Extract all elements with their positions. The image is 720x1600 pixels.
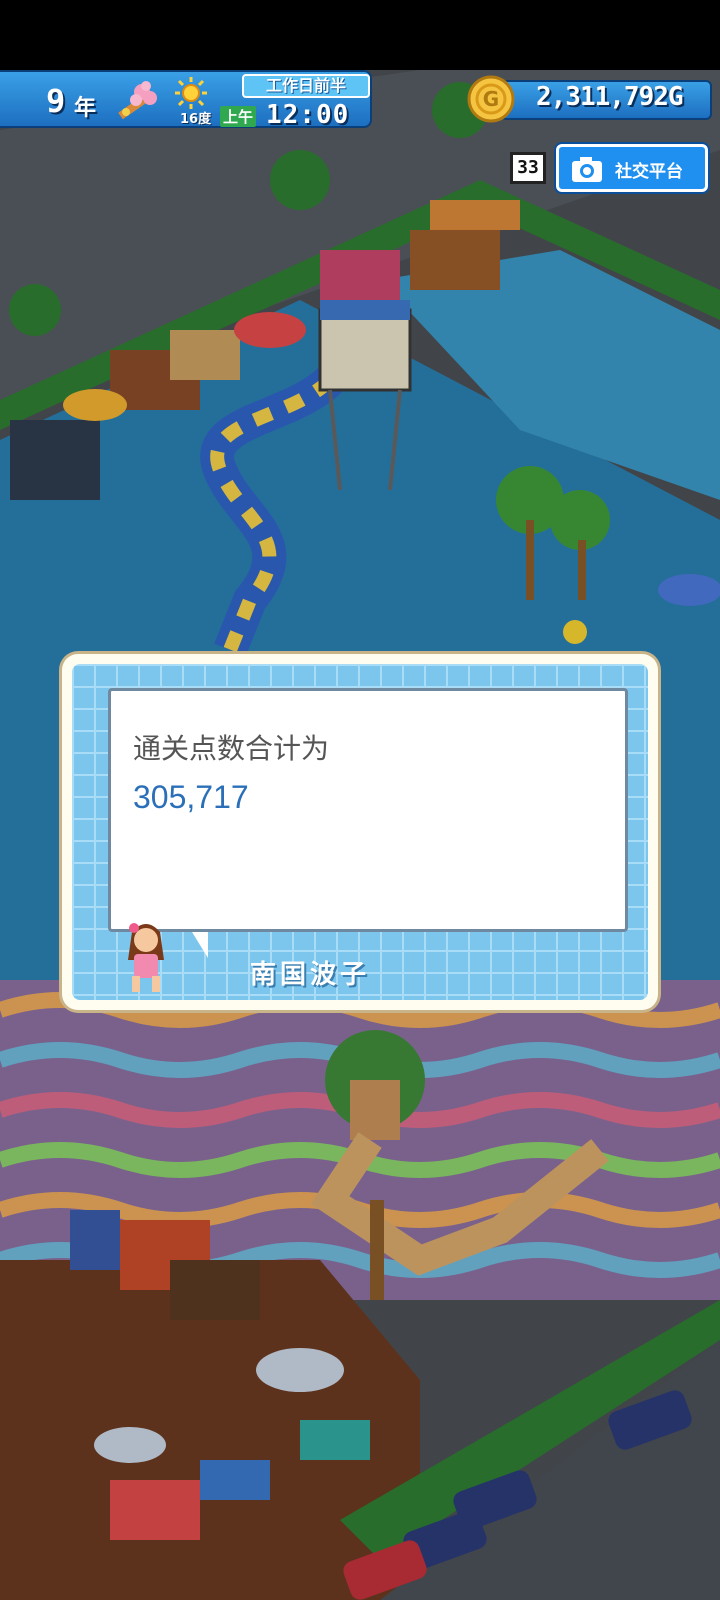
am-pm-label: 上午 [220, 106, 257, 127]
sun-icon [175, 77, 207, 109]
dialog-window[interactable]: 通关点数合计为 305,717 南国波子 [62, 654, 658, 1010]
camera-icon [572, 157, 602, 182]
social-platform-button[interactable]: 社交平台 [556, 144, 708, 192]
social-platform-label: 社交平台 [615, 162, 683, 182]
message-line-1: 通关点数合计为 [133, 732, 330, 765]
speech-tail [192, 932, 208, 958]
workday-period-tag: 工作日前半 [242, 74, 370, 98]
money-amount: 2,311,792G [536, 82, 684, 112]
message-points-value: 305,717 [133, 779, 249, 815]
speaker-avatar [128, 923, 164, 992]
dialog-frame: 通关点数合计为 305,717 南国波子 [72, 664, 648, 1000]
flower-icon [118, 81, 157, 120]
status-bar [0, 0, 720, 70]
year-number: 9 [46, 82, 66, 120]
svg-text:G: G [483, 87, 499, 111]
notification-badge[interactable]: 33 [510, 152, 546, 184]
coin-icon: G [467, 75, 515, 123]
year-unit: 年 [74, 96, 97, 121]
message-box: 通关点数合计为 305,717 [108, 688, 628, 932]
date-time-panel[interactable]: 9 年 16度 工作日前半 上午 12:00 [0, 70, 372, 130]
clock-time: 12:00 [266, 100, 350, 130]
speaker-name: 南国波子 [250, 960, 371, 990]
temperature: 16度 [180, 112, 212, 127]
